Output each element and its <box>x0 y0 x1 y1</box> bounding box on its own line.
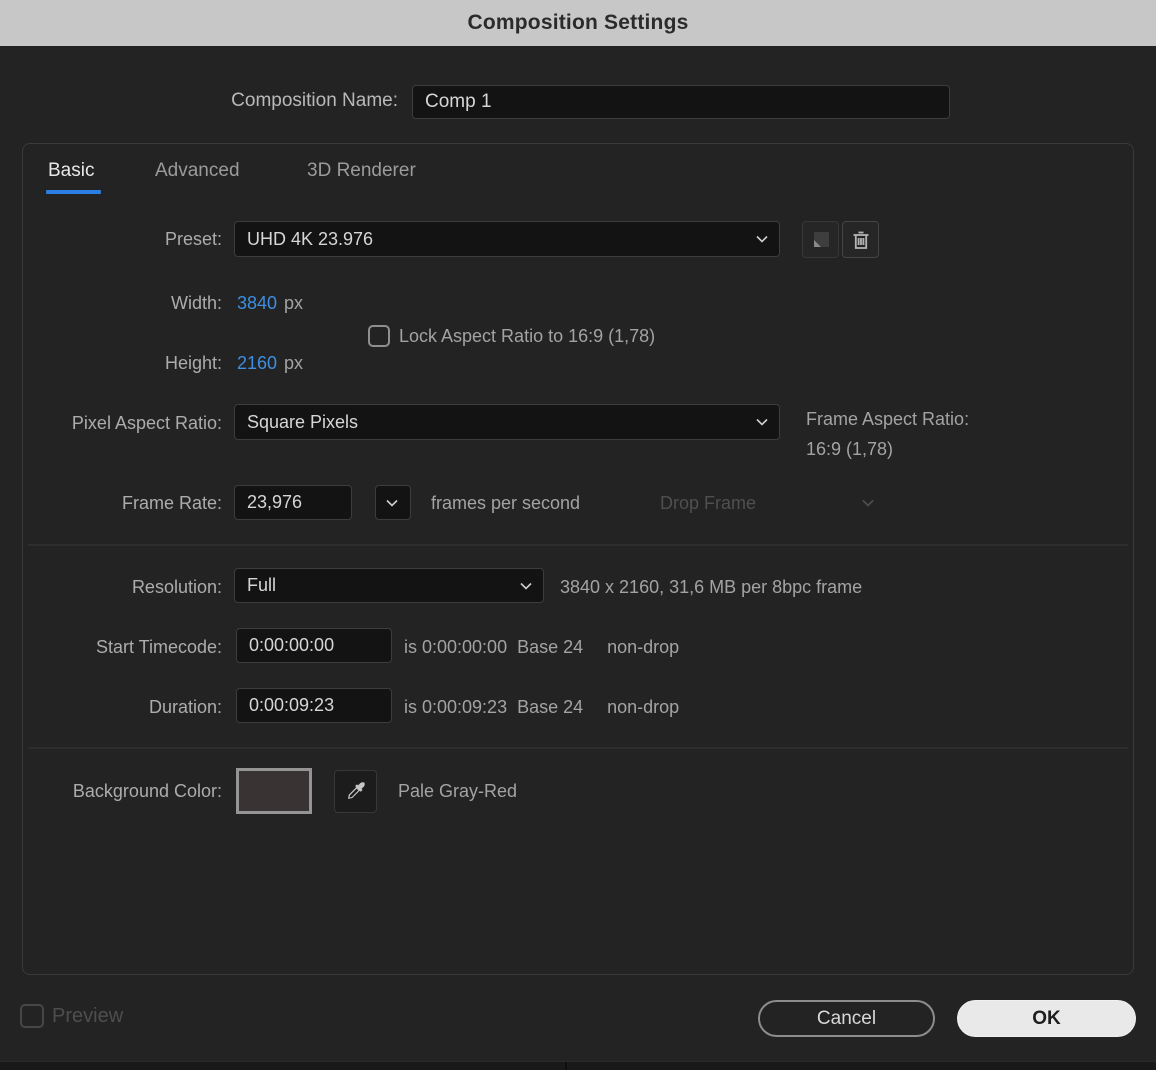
active-tab-underline <box>46 190 101 194</box>
width-unit: px <box>284 293 304 313</box>
resolution-select[interactable]: Full <box>234 568 544 603</box>
width-label: Width: <box>170 293 222 313</box>
eyedropper-icon <box>343 779 369 805</box>
duration-input[interactable]: 0:00:09:23 <box>236 688 392 723</box>
height-value-row: 2160 px <box>237 351 303 375</box>
duration-is-text: is 0:00:09:23 <box>404 697 508 717</box>
lock-aspect-ratio-label: Lock Aspect Ratio to 16:9 (1,78) <box>399 326 656 346</box>
duration-info: is 0:00:09:23 Base 24 non-drop <box>404 695 679 719</box>
resolution-info: 3840 x 2160, 31,6 MB per 8bpc frame <box>560 577 863 597</box>
tab-advanced[interactable]: Advanced <box>155 160 240 182</box>
dialog-title: Composition Settings <box>467 11 689 34</box>
save-preset-button[interactable] <box>802 221 839 258</box>
resolution-value: Full <box>247 575 277 595</box>
width-value[interactable]: 3840 <box>237 293 277 313</box>
chevron-down-icon <box>384 495 400 511</box>
start-timecode-info: is 0:00:00:00 Base 24 non-drop <box>404 635 679 659</box>
settings-panel <box>22 143 1134 975</box>
lock-aspect-ratio-checkbox[interactable] <box>368 325 390 347</box>
height-unit: px <box>284 353 304 373</box>
preview-checkbox <box>20 1004 44 1028</box>
frame-rate-label: Frame Rate: <box>121 493 222 513</box>
start-timecode-drop-text: non-drop <box>607 637 680 657</box>
section-divider <box>28 747 1128 749</box>
duration-base-text: Base 24 <box>517 697 584 717</box>
composition-settings-dialog: Composition Settings Composition Name: C… <box>0 0 1156 1070</box>
preset-select[interactable]: UHD 4K 23.976 <box>234 221 780 257</box>
frame-rate-input[interactable]: 23,976 <box>234 485 352 520</box>
start-timecode-base-text: Base 24 <box>517 637 584 657</box>
height-value[interactable]: 2160 <box>237 353 277 373</box>
chevron-down-icon <box>518 578 534 594</box>
width-value-row: 3840 px <box>237 291 303 315</box>
window-bottom-edge <box>0 1061 1156 1070</box>
frame-rate-unit-label: frames per second <box>431 493 581 513</box>
drop-frame-select: Drop Frame <box>660 493 757 513</box>
background-color-label: Background Color: <box>72 781 222 801</box>
eyedropper-button[interactable] <box>334 770 377 813</box>
delete-preset-button[interactable] <box>842 221 879 258</box>
pixel-aspect-ratio-label: Pixel Aspect Ratio: <box>71 413 222 433</box>
start-timecode-input[interactable]: 0:00:00:00 <box>236 628 392 663</box>
tab-basic[interactable]: Basic <box>48 160 94 182</box>
start-timecode-is-text: is 0:00:00:00 <box>404 637 508 657</box>
tab-3d-renderer[interactable]: 3D Renderer <box>307 160 416 182</box>
pixel-aspect-ratio-value: Square Pixels <box>247 411 359 432</box>
preset-label: Preset: <box>164 229 222 249</box>
cancel-button[interactable]: Cancel <box>758 1000 935 1037</box>
background-color-swatch[interactable] <box>236 768 312 814</box>
composition-name-label: Composition Name: <box>231 90 398 111</box>
chevron-down-icon <box>754 231 770 247</box>
background-color-name: Pale Gray-Red <box>398 781 518 801</box>
dialog-titlebar: Composition Settings <box>0 0 1156 46</box>
frame-aspect-ratio-label: Frame Aspect Ratio: <box>806 409 970 429</box>
chevron-down-icon <box>860 495 876 511</box>
trash-icon <box>849 228 873 252</box>
resolution-label: Resolution: <box>131 577 222 597</box>
chevron-down-icon <box>754 414 770 430</box>
background-app-seam <box>565 1062 567 1070</box>
duration-drop-text: non-drop <box>607 697 680 717</box>
save-preset-icon <box>809 228 833 252</box>
pixel-aspect-ratio-select[interactable]: Square Pixels <box>234 404 780 440</box>
section-divider <box>28 544 1128 546</box>
frame-rate-dropdown-button[interactable] <box>375 485 411 520</box>
start-timecode-label: Start Timecode: <box>95 637 222 657</box>
preset-select-value: UHD 4K 23.976 <box>247 228 374 249</box>
frame-aspect-ratio-value: 16:9 (1,78) <box>806 439 894 459</box>
composition-name-input[interactable]: Comp 1 <box>412 85 950 119</box>
height-label: Height: <box>164 353 222 373</box>
duration-label: Duration: <box>148 697 222 717</box>
preview-label: Preview <box>52 1005 124 1027</box>
ok-button[interactable]: OK <box>957 1000 1136 1037</box>
